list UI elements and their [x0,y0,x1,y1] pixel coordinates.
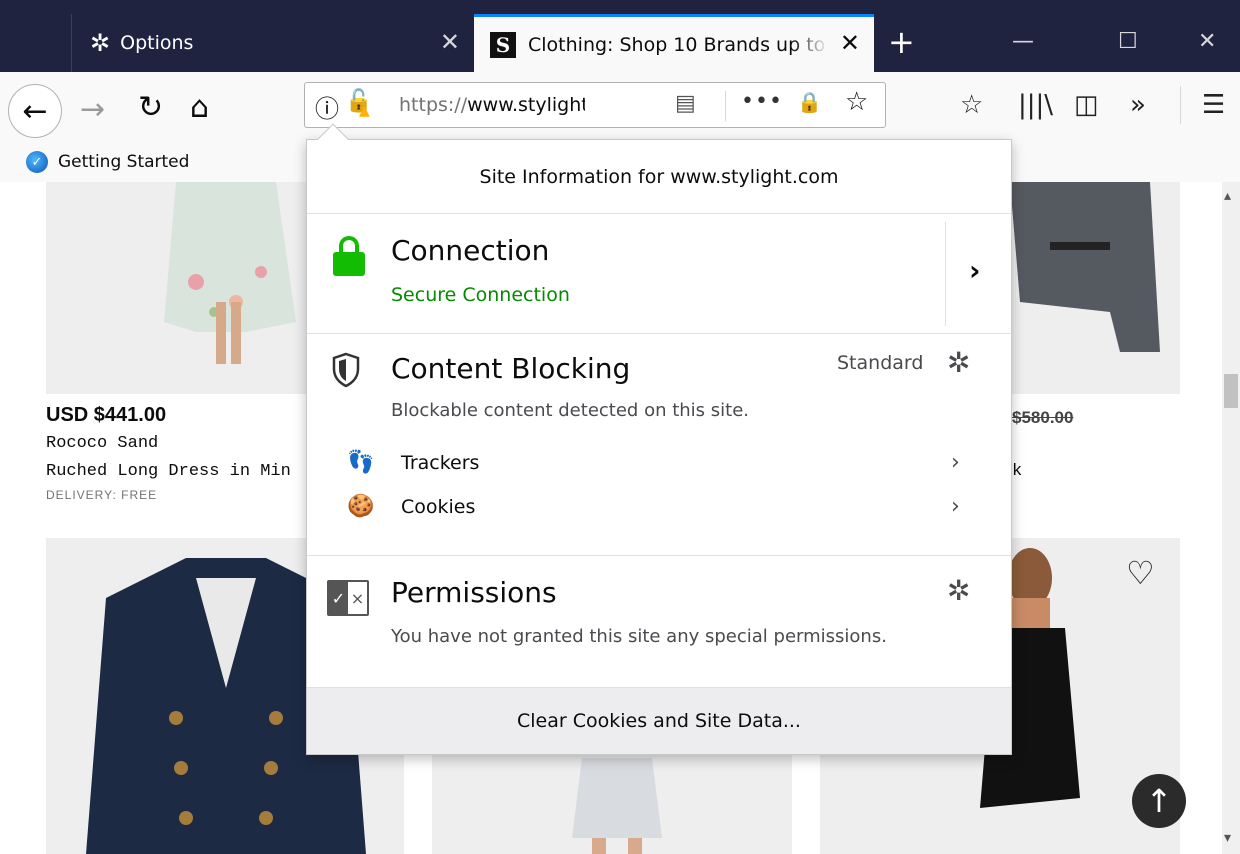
bookmarks-icon[interactable]: ☆ [960,90,983,120]
maximize-button[interactable]: ☐ [1118,22,1138,62]
shield-icon [332,352,360,388]
blocking-mode: Standard [837,352,924,374]
tab-title: Options [120,32,194,54]
url-bar[interactable]: ⓘ 🔓 ▲ https://www.stylight ▤ ••• 🔒 ☆ [304,82,886,128]
site-information-panel: Site Information for www.stylight.com Co… [306,139,1012,755]
connection-title: Connection [391,234,550,267]
product-brand[interactable]: Rococo Sand [46,434,158,453]
url-bar-divider [725,91,726,121]
connection-divider [945,222,946,326]
cookie-icon: 🍪 [347,494,375,519]
bookmark-label: Getting Started [58,152,190,172]
tab-stylight[interactable]: S Clothing: Shop 10 Brands up to ✕ [474,14,874,72]
reload-icon[interactable]: ↻ [138,90,163,125]
trackers-row[interactable]: 👣 Trackers › [307,446,1011,486]
permissions-title: Permissions [391,576,557,609]
tab-title: Clothing: Shop 10 Brands up to [528,33,826,56]
stylight-favicon: S [490,31,516,58]
product-old-price: $580.00 [1012,408,1074,427]
cookies-row[interactable]: 🍪 Cookies › [307,490,1011,530]
sidebar-icon[interactable]: ◫ [1074,90,1099,120]
secure-lock-icon[interactable]: 🔒 [797,90,822,114]
cookies-label: Cookies [401,496,476,518]
close-window-button[interactable]: ✕ [1198,22,1216,62]
new-tab-button[interactable]: + [888,22,915,62]
star-icon[interactable]: ☆ [845,87,868,117]
permissions-description: You have not granted this site any speci… [391,626,887,647]
chevron-right-icon[interactable]: › [969,254,981,287]
favorite-heart-icon[interactable]: ♡ [1126,554,1155,592]
gear-icon[interactable]: ✲ [947,346,970,379]
toolbar-divider [1180,86,1181,124]
content-blocking-description: Blockable content detected on this site. [391,400,750,421]
scrollbar[interactable]: ▴ ▾ [1222,182,1240,854]
product-price: USD $441.00 [46,404,167,426]
overflow-icon[interactable]: » [1130,90,1146,120]
connection-status: Secure Connection [391,284,570,306]
permissions-section: ✓ × Permissions ✲ You have not granted th… [307,556,1011,688]
content-blocking-section: Content Blocking Standard ✲ Blockable co… [307,334,1011,556]
lock-icon [333,236,365,276]
scroll-to-top-button[interactable]: ↑ [1132,774,1186,828]
library-icon[interactable]: |||\ [1018,90,1053,120]
info-icon[interactable]: ⓘ [315,89,339,124]
tab-bar: ✲ Options ✕ S Clothing: Shop 10 Brands u… [0,0,1240,72]
chevron-right-icon: › [951,450,960,475]
gear-icon[interactable]: ✲ [947,574,970,607]
scroll-down-icon[interactable]: ▾ [1224,830,1231,846]
reader-view-icon[interactable]: ▤ [675,91,696,116]
panel-title: Site Information for www.stylight.com [307,140,1011,214]
trackers-label: Trackers [401,452,480,474]
back-arrow-icon[interactable]: ← [8,84,62,138]
scrollbar-thumb[interactable] [1224,374,1238,408]
connection-section: Connection Secure Connection › [307,214,1011,334]
product-name[interactable]: k [1012,462,1022,481]
tab-options[interactable]: ✲ Options ✕ [72,14,474,72]
delivery-info: DELIVERY: FREE [46,488,158,502]
page-actions-icon[interactable]: ••• [741,89,783,114]
close-tab-icon[interactable]: ✕ [440,28,460,56]
trackers-icon: 👣 [347,450,375,475]
content-blocking-title: Content Blocking [391,352,631,385]
url-text[interactable]: https://www.stylight [399,94,585,116]
clear-cookies-button[interactable]: Clear Cookies and Site Data... [307,688,1011,754]
scroll-up-icon[interactable]: ▴ [1224,188,1231,204]
navigation-bar: ← → ↻ ⌂ ⓘ 🔓 ▲ https://www.stylight ▤ •••… [0,72,1240,146]
forward-arrow-icon[interactable]: → [80,92,105,127]
minimize-button[interactable]: — [1012,22,1034,62]
close-tab-icon[interactable]: ✕ [840,29,860,57]
warning-icon: ▲ [359,103,370,119]
tab-bar-spacer [0,14,72,72]
menu-icon[interactable]: ☰ [1202,90,1225,120]
chevron-right-icon: › [951,494,960,519]
bookmark-getting-started[interactable]: ✓ Getting Started [26,151,189,173]
home-icon[interactable]: ⌂ [190,90,209,125]
product-name[interactable]: Ruched Long Dress in Min [46,462,306,481]
firefox-icon: ✓ [26,151,48,173]
gear-icon: ✲ [90,29,111,57]
permissions-icon: ✓ × [327,580,369,616]
